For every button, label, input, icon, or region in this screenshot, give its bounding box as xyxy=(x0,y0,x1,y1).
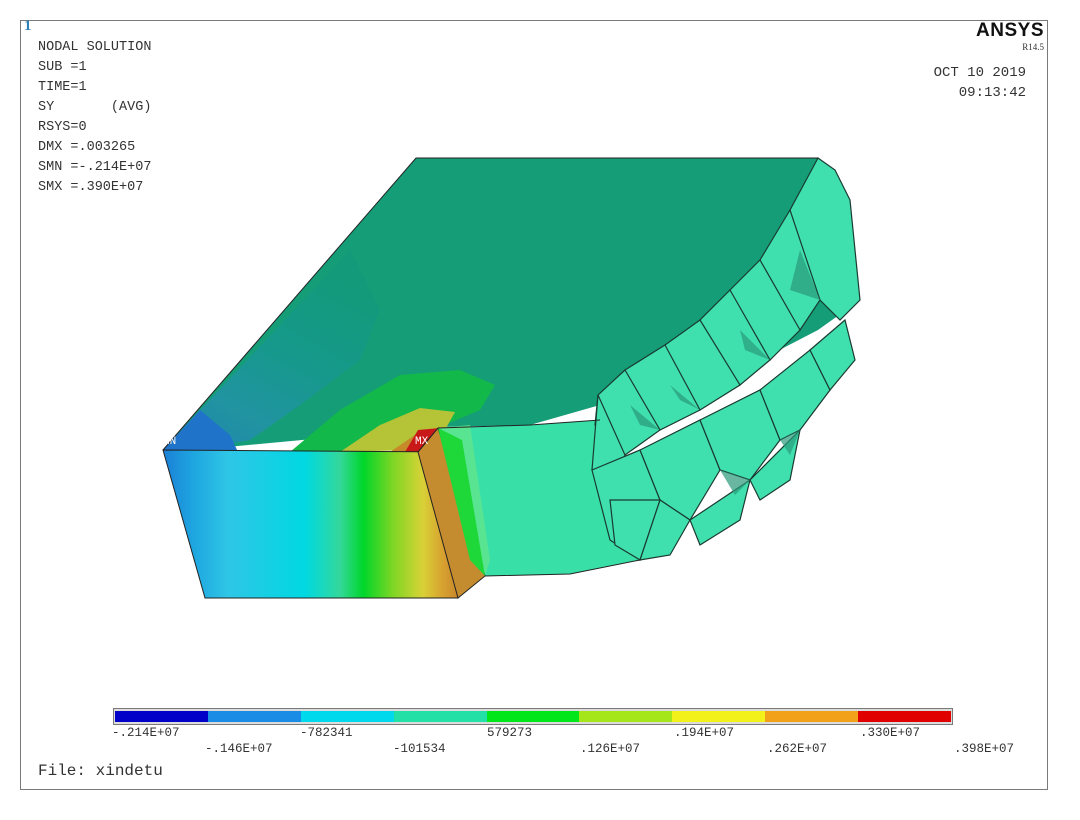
fea-model-viewport[interactable]: MN MX xyxy=(0,0,1080,820)
legend-tick-label: .126E+07 xyxy=(580,742,641,756)
legend-tick-label: -782341 xyxy=(300,726,353,740)
legend-swatch xyxy=(765,711,859,722)
max-marker: MX xyxy=(415,436,429,448)
legend-swatch xyxy=(300,711,394,722)
legend-tick-label: .194E+07 xyxy=(674,726,735,740)
legend-swatch xyxy=(579,711,673,722)
legend-swatch xyxy=(207,711,301,722)
file-label: File: xindetu xyxy=(38,762,163,780)
legend-tick-label: -.214E+07 xyxy=(112,726,180,740)
legend-tick-label: .398E+07 xyxy=(954,742,1015,756)
legend-tick-label: 579273 xyxy=(487,726,533,740)
legend-swatch xyxy=(858,711,952,722)
legend-tick-label: -.146E+07 xyxy=(205,742,273,756)
legend-swatch xyxy=(115,711,208,722)
contour-legend-bar xyxy=(113,708,953,725)
legend-tick-label: .262E+07 xyxy=(767,742,828,756)
legend-tick-label: -101534 xyxy=(393,742,446,756)
legend-tick-label: .330E+07 xyxy=(860,726,921,740)
legend-swatch xyxy=(393,711,487,722)
min-marker: MN xyxy=(163,436,176,448)
legend-swatch xyxy=(672,711,766,722)
front-block-face xyxy=(162,449,459,599)
legend-swatch xyxy=(486,711,580,722)
